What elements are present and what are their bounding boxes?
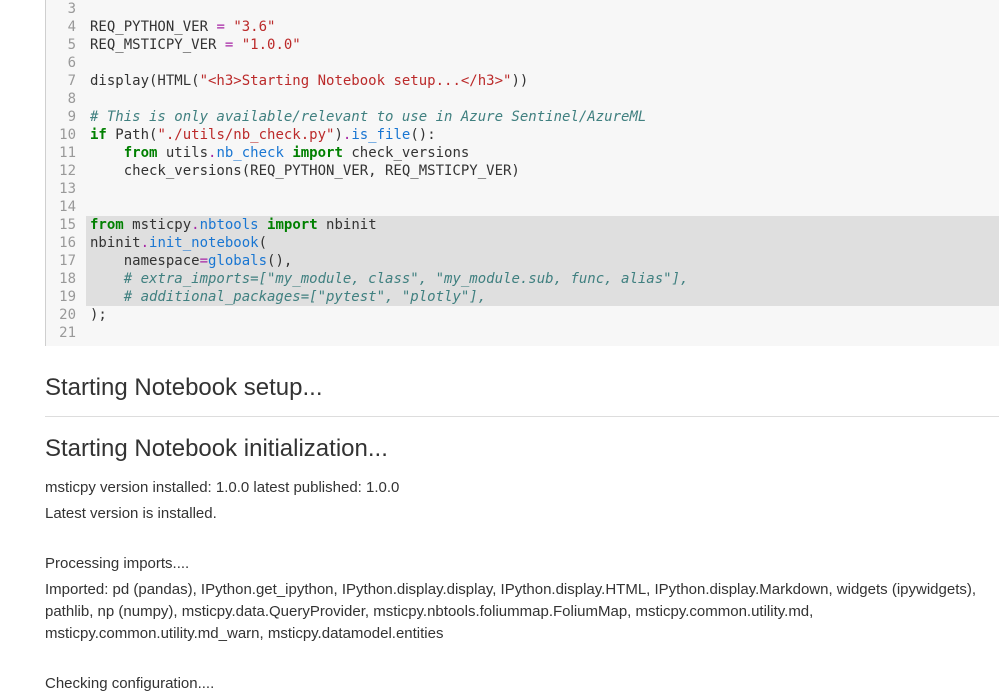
code-line[interactable]: 5REQ_MSTICPY_VER = "1.0.0" (46, 36, 999, 54)
code-content[interactable] (86, 54, 999, 72)
code-content[interactable]: namespace=globals(), (86, 252, 999, 270)
line-number: 5 (46, 36, 86, 54)
code-line[interactable]: 18 # extra_imports=["my_module, class", … (46, 270, 999, 288)
line-number: 15 (46, 216, 86, 234)
code-content[interactable]: REQ_PYTHON_VER = "3.6" (86, 18, 999, 36)
line-number: 6 (46, 54, 86, 72)
line-number: 4 (46, 18, 86, 36)
output-version-line: msticpy version installed: 1.0.0 latest … (45, 477, 999, 499)
code-line[interactable]: 12 check_versions(REQ_PYTHON_VER, REQ_MS… (46, 162, 999, 180)
line-number: 9 (46, 108, 86, 126)
code-content[interactable] (86, 198, 999, 216)
output-checking: Checking configuration.... (45, 673, 999, 695)
code-content[interactable]: # extra_imports=["my_module, class", "my… (86, 270, 999, 288)
code-cell[interactable]: 3 4REQ_PYTHON_VER = "3.6"5REQ_MSTICPY_VE… (45, 0, 999, 346)
code-line[interactable]: 15from msticpy.nbtools import nbinit (46, 216, 999, 234)
code-content[interactable]: from utils.nb_check import check_version… (86, 144, 999, 162)
code-line[interactable]: 6 (46, 54, 999, 72)
code-content[interactable]: # additional_packages=["pytest", "plotly… (86, 288, 999, 306)
line-number: 12 (46, 162, 86, 180)
code-content[interactable]: # This is only available/relevant to use… (86, 108, 999, 126)
code-content[interactable] (86, 180, 999, 198)
line-number: 13 (46, 180, 86, 198)
code-line[interactable]: 14 (46, 198, 999, 216)
line-number: 11 (46, 144, 86, 162)
code-line[interactable]: 16nbinit.init_notebook( (46, 234, 999, 252)
output-heading-init: Starting Notebook initialization... (45, 435, 999, 463)
code-content[interactable]: check_versions(REQ_PYTHON_VER, REQ_MSTIC… (86, 162, 999, 180)
line-number: 17 (46, 252, 86, 270)
code-line[interactable]: 19 # additional_packages=["pytest", "plo… (46, 288, 999, 306)
code-content[interactable]: display(HTML("<h3>Starting Notebook setu… (86, 72, 999, 90)
line-number: 19 (46, 288, 86, 306)
code-line[interactable]: 17 namespace=globals(), (46, 252, 999, 270)
code-line[interactable]: 13 (46, 180, 999, 198)
code-line[interactable]: 9# This is only available/relevant to us… (46, 108, 999, 126)
code-line[interactable]: 3 (46, 0, 999, 18)
output-imported: Imported: pd (pandas), IPython.get_ipyth… (45, 579, 999, 645)
code-line[interactable]: 20); (46, 306, 999, 324)
output-processing: Processing imports.... (45, 553, 999, 575)
line-number: 14 (46, 198, 86, 216)
output-heading-setup: Starting Notebook setup... (45, 374, 999, 402)
code-content[interactable] (86, 90, 999, 108)
code-line[interactable]: 8 (46, 90, 999, 108)
code-content[interactable]: ); (86, 306, 999, 324)
cell-output: Starting Notebook setup... Starting Note… (0, 346, 999, 695)
output-divider (45, 416, 999, 417)
output-latest-line: Latest version is installed. (45, 503, 999, 525)
code-line[interactable]: 21 (46, 324, 999, 342)
line-number: 21 (46, 324, 86, 342)
code-content[interactable]: if Path("./utils/nb_check.py").is_file()… (86, 126, 999, 144)
code-line[interactable]: 10if Path("./utils/nb_check.py").is_file… (46, 126, 999, 144)
line-number: 3 (46, 0, 86, 18)
code-content[interactable]: from msticpy.nbtools import nbinit (86, 216, 999, 234)
line-number: 16 (46, 234, 86, 252)
code-line[interactable]: 11 from utils.nb_check import check_vers… (46, 144, 999, 162)
code-content[interactable] (86, 0, 999, 18)
line-number: 20 (46, 306, 86, 324)
code-content[interactable]: nbinit.init_notebook( (86, 234, 999, 252)
line-number: 8 (46, 90, 86, 108)
line-number: 10 (46, 126, 86, 144)
code-line[interactable]: 4REQ_PYTHON_VER = "3.6" (46, 18, 999, 36)
code-line[interactable]: 7display(HTML("<h3>Starting Notebook set… (46, 72, 999, 90)
line-number: 18 (46, 270, 86, 288)
code-content[interactable]: REQ_MSTICPY_VER = "1.0.0" (86, 36, 999, 54)
code-content[interactable] (86, 324, 999, 342)
line-number: 7 (46, 72, 86, 90)
